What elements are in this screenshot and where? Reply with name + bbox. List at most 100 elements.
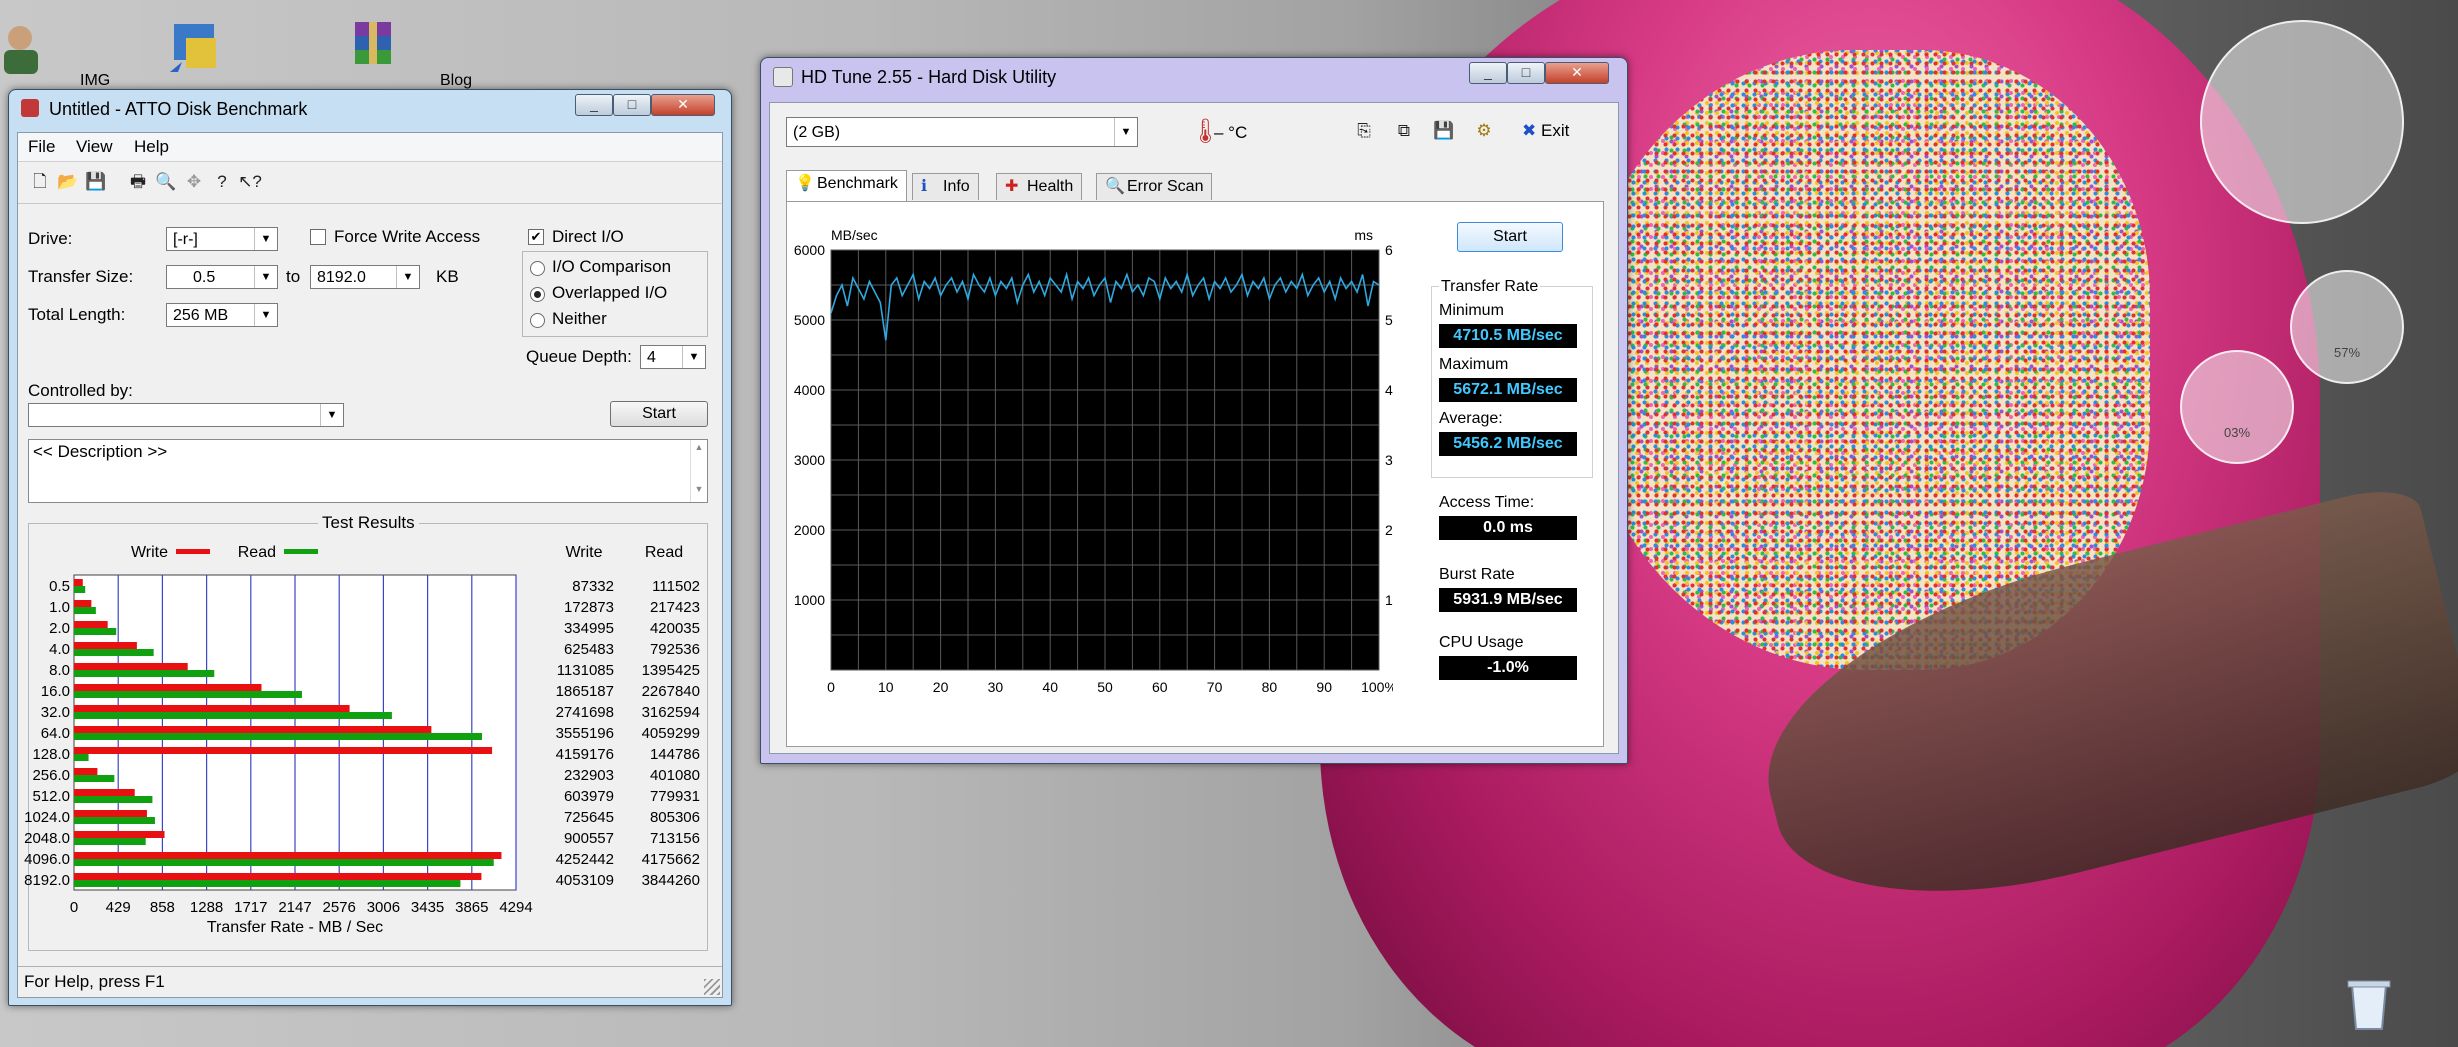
category-label: 1024.0 bbox=[24, 809, 70, 826]
write-bar bbox=[74, 810, 147, 817]
print-preview-icon[interactable]: 🔍 bbox=[152, 168, 180, 196]
force-write-checkbox[interactable] bbox=[310, 229, 326, 245]
open-folder-icon[interactable]: 📂 bbox=[54, 168, 82, 196]
tab-benchmark[interactable]: 💡 Benchmark bbox=[786, 170, 907, 201]
tab-error-scan[interactable]: 🔍 Error Scan bbox=[1096, 173, 1213, 200]
transfer-to-value: 8192.0 bbox=[317, 269, 366, 286]
disk-select[interactable]: (2 GB) ▼ bbox=[786, 117, 1138, 147]
x-tick-label: 70 bbox=[1207, 679, 1223, 695]
hdtune-titlebar[interactable]: HD Tune 2.55 - Hard Disk Utility _ □ ✕ bbox=[761, 58, 1627, 94]
write-value: 4252442 bbox=[556, 851, 614, 868]
memory-meter-gadget[interactable]: 03% bbox=[2180, 350, 2294, 464]
copy-icon[interactable]: ⎘ bbox=[1350, 117, 1378, 145]
x-tick-label: 1288 bbox=[190, 899, 223, 916]
atto-start-button[interactable]: Start bbox=[610, 401, 708, 427]
legend-write-swatch bbox=[176, 549, 210, 554]
direct-io-checkbox[interactable]: ✔ bbox=[528, 229, 544, 245]
average-value: 5456.2 MB/sec bbox=[1439, 432, 1577, 456]
tab-info[interactable]: ℹ Info bbox=[912, 173, 979, 200]
winrar-archive-icon[interactable] bbox=[345, 18, 403, 76]
save-icon[interactable]: 💾 bbox=[82, 168, 110, 196]
read-bar bbox=[74, 712, 392, 719]
minimize-button[interactable]: _ bbox=[1469, 62, 1507, 84]
atto-title: Untitled - ATTO Disk Benchmark bbox=[49, 99, 308, 119]
queue-depth-value: 4 bbox=[647, 349, 656, 366]
copy-all-icon[interactable]: ⧉ bbox=[1390, 117, 1418, 145]
io-comparison-radio[interactable] bbox=[530, 261, 545, 276]
neither-radio[interactable] bbox=[530, 313, 545, 328]
maximize-button[interactable]: □ bbox=[1507, 62, 1545, 84]
menu-view[interactable]: View bbox=[76, 137, 113, 157]
maximum-label: Maximum bbox=[1439, 356, 1509, 373]
y-tick-label-left: 4000 bbox=[794, 382, 825, 398]
write-value: 2741698 bbox=[556, 704, 614, 721]
transfer-to-select[interactable]: 8192.0 ▼ bbox=[310, 265, 420, 289]
resize-grip-icon[interactable] bbox=[704, 979, 720, 995]
write-value: 603979 bbox=[564, 788, 614, 805]
total-length-label: Total Length: bbox=[28, 305, 126, 324]
help-icon[interactable]: ? bbox=[208, 168, 236, 196]
controlled-by-select[interactable]: ▼ bbox=[28, 403, 344, 427]
user-folder-icon[interactable] bbox=[0, 20, 58, 78]
desktop-icon-label: Blog bbox=[440, 72, 473, 89]
write-bar bbox=[74, 831, 165, 838]
move-icon[interactable]: ✥ bbox=[180, 168, 208, 196]
column-header-write: Write bbox=[565, 544, 602, 561]
write-bar bbox=[74, 747, 493, 754]
cpu-usage-value: -1.0% bbox=[1439, 656, 1577, 680]
menu-help[interactable]: Help bbox=[134, 137, 169, 157]
read-value: 4059299 bbox=[642, 725, 700, 742]
toolbar: 🗋 📂 💾 🖶 🔍 ✥ ? ↖? bbox=[18, 163, 722, 204]
transfer-from-select[interactable]: 0.5 ▼ bbox=[166, 265, 278, 289]
exit-button[interactable]: ✖ Exit bbox=[1522, 121, 1569, 141]
print-icon[interactable]: 🖶 bbox=[124, 168, 152, 196]
close-button[interactable]: ✕ bbox=[1545, 62, 1609, 84]
recycle-bin-icon[interactable] bbox=[2340, 975, 2398, 1033]
category-label: 16.0 bbox=[41, 683, 70, 700]
queue-depth-select[interactable]: 4 ▼ bbox=[640, 345, 706, 369]
read-bar bbox=[74, 859, 494, 866]
save-icon[interactable]: 💾 bbox=[1430, 117, 1458, 145]
overlapped-io-radio[interactable] bbox=[530, 287, 545, 302]
hdtune-window: HD Tune 2.55 - Hard Disk Utility _ □ ✕ (… bbox=[760, 57, 1628, 764]
new-file-icon[interactable]: 🗋 bbox=[26, 168, 54, 196]
read-value: 3844260 bbox=[642, 872, 700, 889]
x-tick-label: 0 bbox=[70, 899, 78, 916]
read-value: 713156 bbox=[650, 830, 700, 847]
menu-bar: File View Help bbox=[18, 133, 722, 162]
context-help-icon[interactable]: ↖? bbox=[236, 168, 264, 196]
write-bar bbox=[74, 768, 98, 775]
y-tick-label-left: 1000 bbox=[794, 592, 825, 608]
close-button[interactable]: ✕ bbox=[651, 94, 715, 116]
write-bar bbox=[74, 600, 92, 607]
category-label: 128.0 bbox=[32, 746, 70, 763]
hdtune-start-button[interactable]: Start bbox=[1457, 222, 1563, 252]
atto-titlebar[interactable]: Untitled - ATTO Disk Benchmark _ □ ✕ bbox=[9, 90, 731, 126]
options-icon[interactable]: ⚙ bbox=[1470, 117, 1498, 145]
description-scrollbar[interactable]: ▲ ▼ bbox=[690, 440, 707, 502]
y-axis-title-left: MB/sec bbox=[831, 227, 878, 243]
drive-select[interactable]: [-r-] ▼ bbox=[166, 227, 278, 251]
clock-gadget[interactable] bbox=[2200, 20, 2404, 224]
maximize-button[interactable]: □ bbox=[613, 94, 651, 116]
windows-shortcut-icon[interactable] bbox=[168, 18, 226, 76]
neither-label: Neither bbox=[552, 309, 607, 328]
cpu-meter-gadget[interactable]: 57% bbox=[2290, 270, 2404, 384]
x-tick-label: 1717 bbox=[234, 899, 267, 916]
benchmark-panel: MB/sec ms 6000 5000 4000 3000 2000 1000 60 50 40 30… bbox=[786, 201, 1604, 747]
total-length-select[interactable]: 256 MB ▼ bbox=[166, 303, 278, 327]
description-box[interactable]: << Description >> ▲ ▼ bbox=[28, 439, 708, 503]
y-tick-label-left: 5000 bbox=[794, 312, 825, 328]
minimize-button[interactable]: _ bbox=[575, 94, 613, 116]
write-value: 725645 bbox=[564, 809, 614, 826]
read-value: 2267840 bbox=[642, 683, 700, 700]
chevron-down-icon: ▼ bbox=[320, 404, 343, 426]
cpu-meter-value: 57% bbox=[2333, 345, 2361, 360]
read-value: 4175662 bbox=[642, 851, 700, 868]
x-tick-label: 2576 bbox=[323, 899, 356, 916]
category-label: 64.0 bbox=[41, 725, 70, 742]
tab-info-label: Info bbox=[943, 178, 970, 195]
menu-file[interactable]: File bbox=[28, 137, 55, 157]
tab-health[interactable]: ✚ Health bbox=[996, 173, 1083, 200]
legend-write-label: Write bbox=[131, 544, 168, 561]
